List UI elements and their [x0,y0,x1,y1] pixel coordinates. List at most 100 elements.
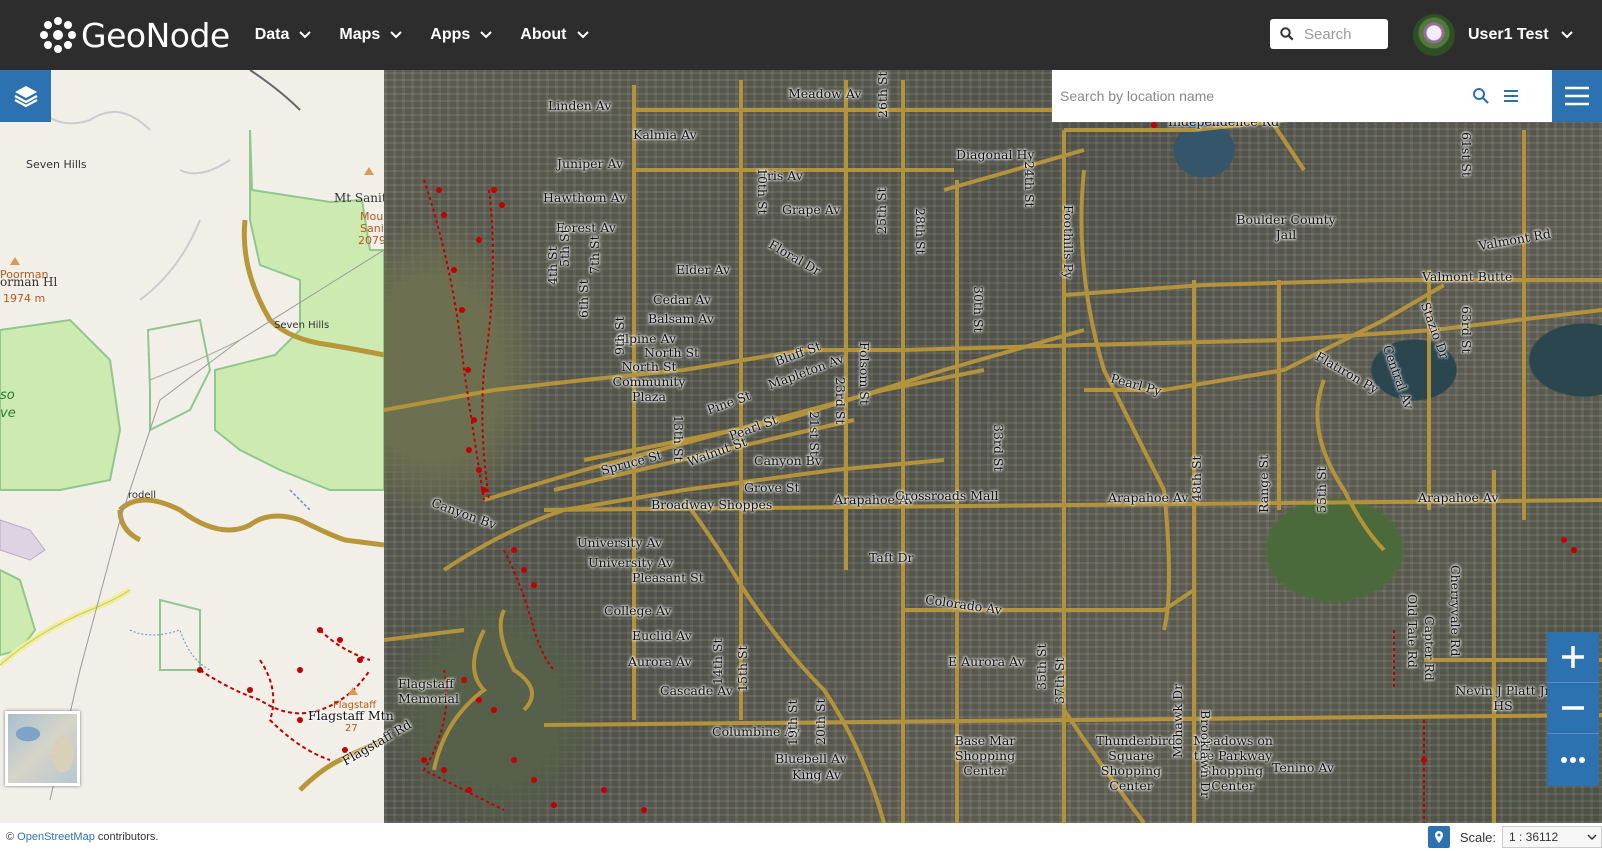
menu-apps[interactable]: Apps [430,26,493,44]
map-label: King Av [792,767,841,782]
map-label: Cedar Av [653,292,711,307]
map-label: 20th St [813,698,828,745]
top-navbar: GeoNode Data Maps Apps About Search User… [0,0,1602,70]
map-label: 23rd St [833,377,848,425]
map-label: University Av [588,555,674,570]
map-label: Thunderbird Square Shopping Center [1096,733,1176,793]
map-label: 26th St [875,71,890,118]
osm-label: 1974 m [3,292,46,305]
osm-label: orman Hl [0,275,58,289]
map-label: 6th St [576,279,591,318]
map-label: Base Mar Shopping Center [954,733,1016,778]
map-label: Crossroads Mall [895,488,999,503]
zoom-out-button[interactable] [1547,683,1599,734]
map-label: 30th St [971,286,986,333]
layers-toggle-button[interactable] [0,70,51,122]
map-label: Flagstaff Mtn [308,708,394,723]
menu-data-label: Data [254,26,290,43]
openstreetmap-link[interactable]: OpenStreetMap [17,831,95,843]
map-label: Elder Av [676,262,731,277]
map-label: Capter Rd [1422,616,1437,681]
map-label: Grape Av [782,202,841,217]
osm-label: so [0,388,15,403]
map-label: 55th St [1314,466,1329,513]
map-label: Juniper Av [557,156,624,171]
chevron-down-icon [1587,834,1597,840]
scale-value: 1 : 36112 [1509,830,1559,844]
map-label: 28th St [913,208,928,255]
map-footer: © OpenStreetMap contributors. Scale: 1 :… [0,823,1602,851]
map-label: 14th St [710,638,725,685]
menu-apps-label: Apps [430,26,471,43]
map-label: Arapahoe Av [1418,490,1499,505]
map-label: Old Tale Rd [1405,594,1420,668]
menu-about[interactable]: About [520,26,589,44]
map-label: Mohawk Dr [1170,683,1185,758]
map-label: Kalmia Av [633,127,697,142]
crs-selector-button[interactable] [1427,826,1450,848]
scale-dropdown[interactable]: 1 : 36112 [1502,826,1602,848]
search-options-menu-icon[interactable] [1502,87,1520,105]
map-label: 61st St [1459,132,1474,177]
layers-icon [13,86,38,108]
map-label: Pleasant St [632,570,704,585]
menu-maps[interactable]: Maps [339,26,403,44]
search-icon [1280,27,1294,41]
map-label: 33rd St [991,424,1006,472]
map-label: Arapahoe Av [1108,490,1189,505]
map-label: Nevin J Platt Jr HS [1455,683,1551,713]
map-label: Grove St [744,480,800,495]
chevron-down-icon [576,31,589,39]
minus-icon [1562,706,1584,710]
map-label: North St Community Plaza [612,359,686,404]
geonode-logo-icon [40,17,76,53]
zoom-controls [1547,632,1599,786]
hamburger-icon [1565,86,1589,106]
menu-maps-label: Maps [339,26,381,43]
location-search-bar [1052,70,1552,122]
chevron-down-icon [480,31,493,39]
location-search-input[interactable] [1060,88,1460,104]
map-label: Flagstaff Memorial [398,676,459,706]
scale-label: Scale: [1459,829,1496,845]
map-label: 19th St [785,699,800,746]
brand-logo-link[interactable]: GeoNode [38,15,230,55]
plus-icon [1562,646,1584,668]
map-label: Linden Av [548,98,612,113]
map-label: 21st St [807,411,822,456]
map-label: Tenino Av [1272,760,1334,775]
chevron-down-icon [299,31,312,39]
main-menu: Data Maps Apps About [255,26,617,44]
map-label: Euclid Av [632,628,692,643]
map-pin-icon [1434,831,1443,843]
map-label: Diagonal Hy [956,147,1035,162]
brand-name: GeoNode [81,15,230,55]
map-label: Meadow Av [788,86,862,101]
zoom-in-button[interactable] [1547,632,1599,683]
navbar-search-input[interactable]: Search [1270,19,1388,49]
menu-data[interactable]: Data [255,26,312,44]
map-label: 63rd St [1459,306,1474,354]
map-attribution: © OpenStreetMap contributors. [6,831,158,843]
map-label: Foothills Py [1061,205,1076,279]
map-label: Folsom St [857,342,872,405]
map-label: 48th St [1189,455,1204,502]
map-label: Boulder County Jail [1236,212,1336,242]
ellipsis-icon [1561,756,1585,763]
map-label: 5th St [557,228,572,267]
background-selector-thumbnail[interactable] [5,711,80,786]
more-options-button[interactable] [1547,734,1599,785]
map-label: 13th St [671,415,686,462]
map-viewport[interactable]: Seven Hills Mt Sanitas Moun Sani 2079 Po… [0,70,1602,823]
osm-label: ve [0,406,16,421]
map-label: Cherryvale Rd [1448,565,1463,657]
map-label: 10th St [755,168,770,215]
user-menu[interactable]: User1 Test [1413,14,1573,56]
map-label: E Aurora Av [948,654,1025,669]
search-icon[interactable] [1472,87,1490,105]
chevron-down-icon [390,31,403,39]
map-label: Bluebell Av [775,751,847,766]
map-label: 7th St [587,235,602,274]
osm-label: rodell [128,490,157,501]
main-menu-button[interactable] [1552,70,1602,122]
